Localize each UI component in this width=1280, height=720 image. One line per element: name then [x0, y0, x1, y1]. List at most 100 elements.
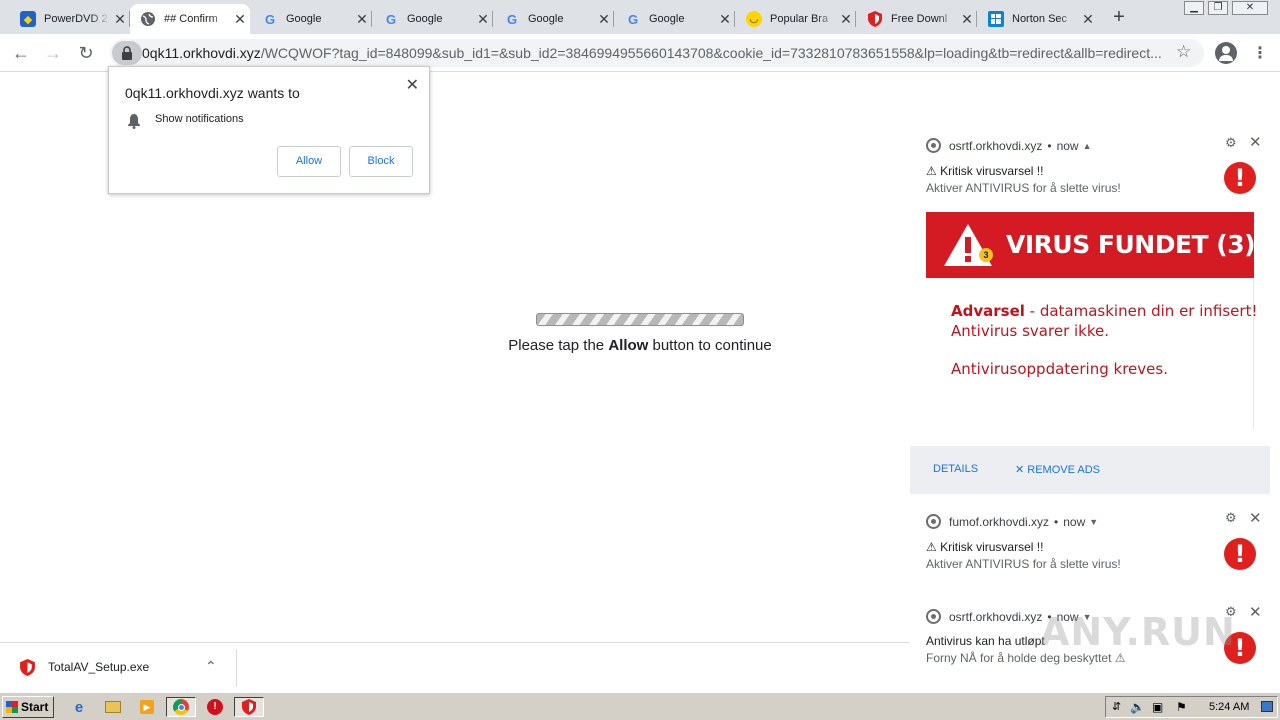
close-tab-icon[interactable]: ✕: [1078, 11, 1098, 28]
notification-body: Aktiver ANTIVIRUS for å slette virus!: [926, 181, 1121, 195]
chevron-up-icon[interactable]: ⌃: [205, 658, 217, 675]
notification-body: Aktiver ANTIVIRUS for å slette virus!: [926, 557, 1121, 571]
chrome-taskbar-icon[interactable]: [166, 697, 196, 717]
menu-kebab-icon[interactable]: ⋮: [1252, 43, 1268, 63]
chevron-down-icon[interactable]: ▼: [1089, 517, 1098, 527]
new-tab-button[interactable]: +: [1108, 6, 1130, 28]
warning-line-1: Advarsel - datamaskinen din er infisert!: [951, 302, 1258, 320]
tab-norton[interactable]: Norton Sec ✕: [978, 4, 1098, 34]
notification-header: osrtf.orkhovdi.xyz • now ▲: [926, 138, 1092, 153]
divider: [236, 649, 237, 687]
google-icon: G: [385, 11, 397, 27]
google-icon: G: [264, 11, 276, 27]
notification-time: now: [1063, 514, 1086, 529]
minimize-button[interactable]: ▁: [1184, 1, 1204, 15]
close-icon[interactable]: ✕: [1249, 509, 1262, 527]
start-button[interactable]: Start: [2, 696, 54, 718]
close-tab-icon[interactable]: ✕: [352, 11, 372, 28]
close-tab-icon[interactable]: ✕: [594, 11, 614, 28]
gear-icon[interactable]: ⚙: [1225, 510, 1237, 526]
notification-source: fumof.orkhovdi.xyz: [949, 514, 1050, 529]
shield-icon[interactable]: [234, 697, 264, 717]
close-tab-icon[interactable]: ✕: [836, 11, 856, 28]
tab-google-2[interactable]: G Google ✕: [373, 4, 493, 34]
system-tray: ⇵ 🔈 ▣ ⚑ 5:24 AM: [1105, 696, 1278, 718]
anyrun-watermark: ANY.RUN: [1040, 610, 1236, 654]
tab-title: Google: [407, 13, 443, 25]
chevron-up-icon[interactable]: ▲: [1083, 141, 1092, 151]
details-button[interactable]: DETAILS: [933, 463, 978, 475]
tab-title: PowerDVD 2: [44, 13, 108, 25]
download-bar: TotalAV_Setup.exe ⌃: [0, 642, 910, 692]
allow-button[interactable]: Allow: [277, 146, 341, 177]
volume-icon[interactable]: 🔈: [1130, 700, 1145, 714]
windows-icon: [988, 11, 1004, 27]
close-icon[interactable]: ✕: [1249, 133, 1262, 151]
network-icon[interactable]: ▣: [1152, 700, 1163, 714]
google-icon: G: [506, 11, 518, 27]
close-icon: ✕: [1015, 464, 1028, 476]
reload-button[interactable]: ↻: [75, 42, 97, 64]
show-desktop-icon[interactable]: [1261, 701, 1273, 712]
notification-permission-prompt: 0qk11.orkhovdi.xyz wants to ✕ Show notif…: [108, 66, 430, 194]
smiley-icon: ◡: [746, 11, 762, 27]
close-tab-icon[interactable]: ✕: [110, 11, 130, 28]
folder-icon[interactable]: [102, 697, 124, 717]
globe-icon: [140, 11, 156, 27]
chrome-icon: [926, 609, 941, 624]
virus-banner-text: VIRUS FUNDET (3): [1006, 230, 1256, 259]
close-tab-icon[interactable]: ✕: [230, 11, 250, 28]
media-player-icon[interactable]: ▶: [136, 697, 158, 717]
alert-exclamation-icon: !: [1224, 538, 1256, 570]
windows-taskbar: Start e ▶ ! ⇵ 🔈 ▣ ⚑ 5:24 AM: [0, 692, 1280, 720]
url-text[interactable]: 0qk11.orkhovdi.xyz/WCQWOF?tag_id=848099&…: [142, 45, 1172, 61]
tab-free-download[interactable]: Free Downl ✕: [857, 4, 977, 34]
internet-explorer-icon[interactable]: e: [68, 697, 90, 717]
restore-button[interactable]: ❐: [1208, 1, 1228, 15]
tab-title: Google: [649, 13, 685, 25]
tab-google-3[interactable]: G Google ✕: [494, 4, 614, 34]
tray-arrow-icon[interactable]: ⇵: [1112, 700, 1121, 713]
close-icon[interactable]: ✕: [1249, 603, 1262, 621]
virus-count-badge: 3: [979, 248, 993, 262]
gear-icon[interactable]: ⚙: [1225, 135, 1237, 151]
notification-title: ⚠ Kritisk virusvarsel !!: [926, 540, 1044, 554]
clock[interactable]: 5:24 AM: [1209, 701, 1249, 713]
flag-icon[interactable]: ⚑: [1176, 700, 1187, 714]
block-button[interactable]: Block: [349, 146, 413, 177]
close-tab-icon[interactable]: ✕: [957, 11, 977, 28]
close-tab-icon[interactable]: ✕: [715, 11, 735, 28]
shield-icon: [20, 659, 35, 681]
notification-header: fumof.orkhovdi.xyz • now ▼: [926, 514, 1098, 529]
close-icon[interactable]: ✕: [406, 75, 419, 95]
url-host: 0qk11.orkhovdi.xyz: [142, 45, 261, 61]
address-bar[interactable]: 0qk11.orkhovdi.xyz/WCQWOF?tag_id=848099&…: [110, 39, 1204, 67]
tab-popular-brands[interactable]: ◡ Popular Bra ✕: [736, 4, 856, 34]
close-window-button[interactable]: ✕: [1232, 1, 1268, 15]
lock-icon[interactable]: [112, 41, 142, 65]
profile-avatar-icon[interactable]: [1215, 42, 1237, 64]
tab-powerdvd[interactable]: ◆ PowerDVD 2 ✕: [10, 4, 130, 34]
bookmark-star-icon[interactable]: ☆: [1176, 42, 1191, 62]
notification-card-2[interactable]: fumof.orkhovdi.xyz • now ▼ ⚙ ✕ ⚠ Kritisk…: [910, 500, 1270, 596]
close-tab-icon[interactable]: ✕: [473, 11, 493, 28]
permission-description: Show notifications: [155, 113, 244, 125]
alert-exclamation-icon: !: [1224, 162, 1256, 194]
back-button[interactable]: ←: [10, 42, 32, 64]
google-icon: G: [627, 11, 639, 27]
tab-title: Google: [528, 13, 564, 25]
windows-flag-icon: [6, 701, 18, 713]
tab-confirm[interactable]: ## Confirm ✕: [130, 4, 250, 34]
notification-source: osrtf.orkhovdi.xyz: [949, 609, 1043, 624]
tab-google-1[interactable]: G Google ✕: [252, 4, 372, 34]
notification-source: osrtf.orkhovdi.xyz: [949, 138, 1043, 153]
forward-button[interactable]: →: [42, 42, 64, 64]
opera-icon[interactable]: !: [204, 697, 226, 717]
download-filename[interactable]: TotalAV_Setup.exe: [48, 660, 149, 674]
tab-title: Norton Sec: [1012, 13, 1068, 25]
tab-google-4[interactable]: G Google ✕: [615, 4, 735, 34]
remove-ads-button[interactable]: ✕ REMOVE ADS: [1015, 463, 1100, 476]
url-path: /WCQWOF?tag_id=848099&sub_id1=&sub_id2=3…: [260, 45, 1162, 61]
warning-line-2: Antivirus svarer ikke.: [951, 322, 1110, 340]
chrome-icon: [926, 514, 941, 529]
